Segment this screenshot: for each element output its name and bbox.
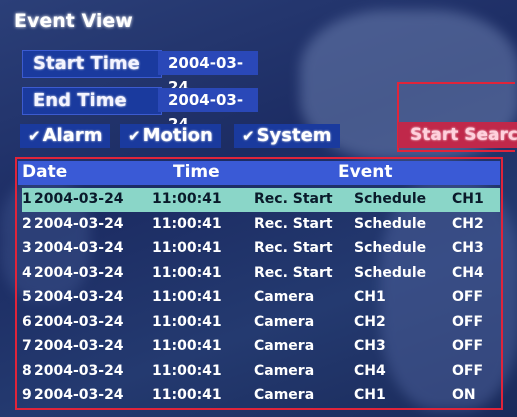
checkmark-icon: ✔ bbox=[128, 127, 141, 145]
start-time-label: Start Time bbox=[22, 50, 162, 78]
alarm-filter-label: Alarm bbox=[42, 125, 103, 146]
start-search-button[interactable]: Start Search bbox=[398, 122, 517, 148]
system-filter-checkbox[interactable]: ✔ System bbox=[234, 124, 340, 148]
alarm-filter-checkbox[interactable]: ✔ Alarm bbox=[20, 124, 111, 148]
motion-filter-checkbox[interactable]: ✔ Motion bbox=[120, 124, 221, 148]
window-title: Event View bbox=[14, 10, 133, 32]
start-time-field[interactable]: 2004-03-24 bbox=[158, 51, 258, 96]
motion-filter-label: Motion bbox=[142, 125, 213, 146]
end-time-label: End Time bbox=[22, 87, 162, 115]
end-time-field[interactable]: 2004-03-24 bbox=[158, 88, 258, 133]
checkmark-icon: ✔ bbox=[242, 127, 255, 145]
list-highlight-frame bbox=[15, 157, 503, 410]
system-filter-label: System bbox=[256, 125, 332, 146]
checkmark-icon: ✔ bbox=[28, 127, 41, 145]
